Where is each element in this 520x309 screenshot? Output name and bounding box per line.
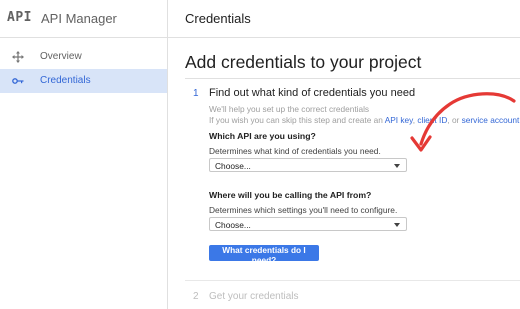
or-text: , or [447,115,460,125]
sidebar-header: API API Manager [0,0,167,38]
divider [185,280,520,281]
select-value: Choose... [215,161,251,171]
step-number: 2 [193,291,199,302]
step-title: Get your credentials [209,291,299,302]
api-select[interactable]: Choose... [209,158,407,172]
service-account-link[interactable]: service account [462,115,520,125]
main-content: Add credentials to your project 1 Find o… [168,38,520,309]
calling-from-question-label: Where will you be calling the API from? [209,190,372,200]
step-number: 1 [193,88,199,99]
page-header-title: Credentials [185,11,251,26]
topbar: Credentials [168,0,520,38]
step-title: Find out what kind of credentials you ne… [209,87,416,99]
api-key-link[interactable]: API key [385,115,413,125]
api-question-hint: Determines what kind of credentials you … [209,146,381,156]
calling-from-select[interactable]: Choose... [209,217,407,231]
overview-icon [12,51,24,63]
sidebar-item-label: Overview [40,51,82,62]
chevron-down-icon [394,164,400,168]
chevron-down-icon [394,223,400,227]
skip-prefix: If you wish you can skip this step and c… [209,115,383,125]
sidebar-item-overview[interactable]: Overview [0,45,167,69]
divider [185,78,520,79]
app-title[interactable]: API Manager [41,11,117,26]
sidebar-item-credentials[interactable]: Credentials [0,69,167,93]
sidebar: API API Manager Overview Credentials [0,0,168,309]
select-value: Choose... [215,220,251,230]
what-credentials-button[interactable]: What credentials do I need? [209,245,319,265]
sidebar-item-label: Credentials [40,75,91,86]
page-title: Add credentials to your project [185,52,422,72]
api-question-label: Which API are you using? [209,131,316,141]
key-icon [12,78,24,84]
api-logo[interactable]: API [7,10,32,25]
client-id-link[interactable]: client ID [417,115,447,125]
step-intro: We'll help you set up the correct creden… [209,104,370,114]
calling-from-hint: Determines which settings you'll need to… [209,205,398,215]
skip-text: If you wish you can skip this step and c… [209,115,519,125]
comma: , [412,115,416,125]
